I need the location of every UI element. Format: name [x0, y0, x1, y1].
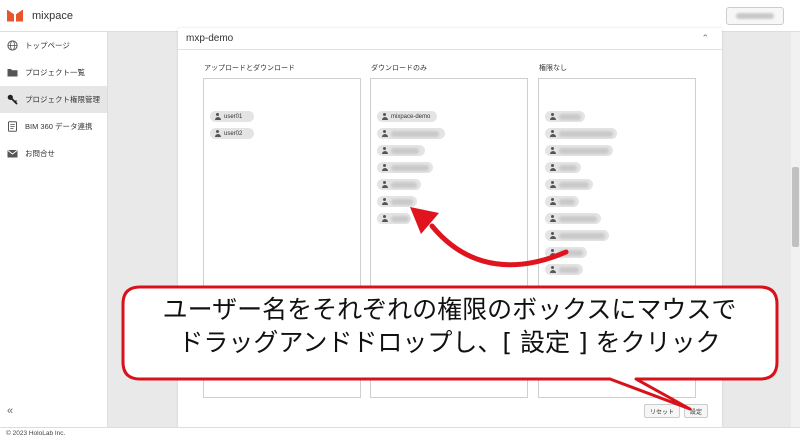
- user-chip[interactable]: user02: [210, 128, 254, 139]
- user-chip[interactable]: mixpace-demo: [377, 111, 437, 122]
- sidebar-item-contact[interactable]: お問合せ: [0, 140, 107, 167]
- sidebar-item-label: プロジェクト権限管理: [25, 95, 100, 104]
- user-chip[interactable]: [545, 111, 585, 122]
- person-icon: [549, 266, 556, 273]
- reset-button[interactable]: リセット: [644, 404, 680, 418]
- user-chip[interactable]: [377, 179, 421, 190]
- mixpace-logo-icon: [7, 9, 23, 22]
- person-icon: [549, 147, 556, 154]
- sidebar-item-label: トップページ: [25, 41, 70, 50]
- user-account-button[interactable]: [726, 7, 784, 25]
- person-icon: [381, 215, 388, 222]
- user-chip[interactable]: [545, 230, 609, 241]
- person-icon: [549, 181, 556, 188]
- user-chip[interactable]: [545, 179, 593, 190]
- user-chip[interactable]: [545, 128, 617, 139]
- user-chip[interactable]: [545, 247, 587, 258]
- user-name: mixpace-demo: [391, 113, 431, 120]
- sidebar-item-label: BIM 360 データ連携: [25, 122, 93, 131]
- person-icon: [381, 147, 388, 154]
- person-icon: [214, 130, 221, 137]
- sidebar-item-top-page[interactable]: トップページ: [0, 32, 107, 59]
- download-only-box[interactable]: mixpace-demo: [370, 78, 528, 398]
- person-icon: [549, 215, 556, 222]
- user-chip[interactable]: user01: [210, 111, 254, 122]
- upload-download-column-label: アップロードとダウンロード: [204, 65, 295, 72]
- user-name: user01: [224, 113, 243, 120]
- user-chip[interactable]: [545, 196, 579, 207]
- scrollbar-thumb[interactable]: [792, 167, 799, 247]
- mail-icon: [7, 148, 18, 159]
- save-settings-button[interactable]: 設定: [684, 404, 708, 418]
- user-chip[interactable]: [545, 213, 601, 224]
- project-title: mxp-demo: [186, 33, 234, 44]
- collapse-sidebar-button[interactable]: «: [7, 405, 13, 417]
- person-icon: [381, 198, 388, 205]
- user-chip[interactable]: [377, 145, 425, 156]
- person-icon: [381, 181, 388, 188]
- sidebar-item-bim360[interactable]: BIM 360 データ連携: [0, 113, 107, 140]
- sidebar-item-label: プロジェクト一覧: [25, 68, 85, 77]
- user-chip[interactable]: [377, 162, 433, 173]
- person-icon: [381, 113, 388, 120]
- person-icon: [549, 249, 556, 256]
- user-chip[interactable]: [377, 213, 411, 224]
- user-name: user02: [224, 130, 243, 137]
- person-icon: [381, 130, 388, 137]
- person-icon: [549, 130, 556, 137]
- user-chip[interactable]: [545, 162, 581, 173]
- sidebar-item-project-permissions[interactable]: プロジェクト権限管理: [0, 86, 107, 113]
- user-chip[interactable]: [377, 196, 417, 207]
- person-icon: [549, 198, 556, 205]
- sidebar-item-projects[interactable]: プロジェクト一覧: [0, 59, 107, 86]
- footer-copyright: © 2023 HoloLab Inc.: [0, 427, 800, 439]
- upload-download-box[interactable]: user01 user02: [203, 78, 361, 398]
- user-chip[interactable]: [545, 264, 583, 275]
- sidebar-item-label: お問合せ: [25, 149, 55, 158]
- user-chip[interactable]: [545, 145, 613, 156]
- user-chip[interactable]: [377, 128, 445, 139]
- permission-panel: mxp-demo ⌃ アップロードとダウンロード ダウンロードのみ 権限なし u…: [178, 28, 722, 427]
- chevron-up-icon[interactable]: ⌃: [701, 33, 709, 44]
- folder-icon: [7, 67, 18, 78]
- person-icon: [549, 232, 556, 239]
- globe-icon: [7, 40, 18, 51]
- person-icon: [549, 113, 556, 120]
- person-icon: [381, 164, 388, 171]
- download-only-column-label: ダウンロードのみ: [371, 65, 427, 72]
- page-scrollbar[interactable]: [791, 32, 800, 427]
- sidebar: トップページ プロジェクト一覧 プロジェクト権限管理 BIM 360 データ連携…: [0, 32, 108, 427]
- panel-header[interactable]: mxp-demo ⌃: [178, 28, 722, 50]
- app-title: mixpace: [32, 9, 73, 22]
- person-icon: [214, 113, 221, 120]
- key-icon: [7, 94, 18, 105]
- person-icon: [549, 164, 556, 171]
- no-permission-box[interactable]: [538, 78, 696, 398]
- no-permission-column-label: 権限なし: [539, 65, 567, 72]
- bim360-icon: [7, 121, 18, 132]
